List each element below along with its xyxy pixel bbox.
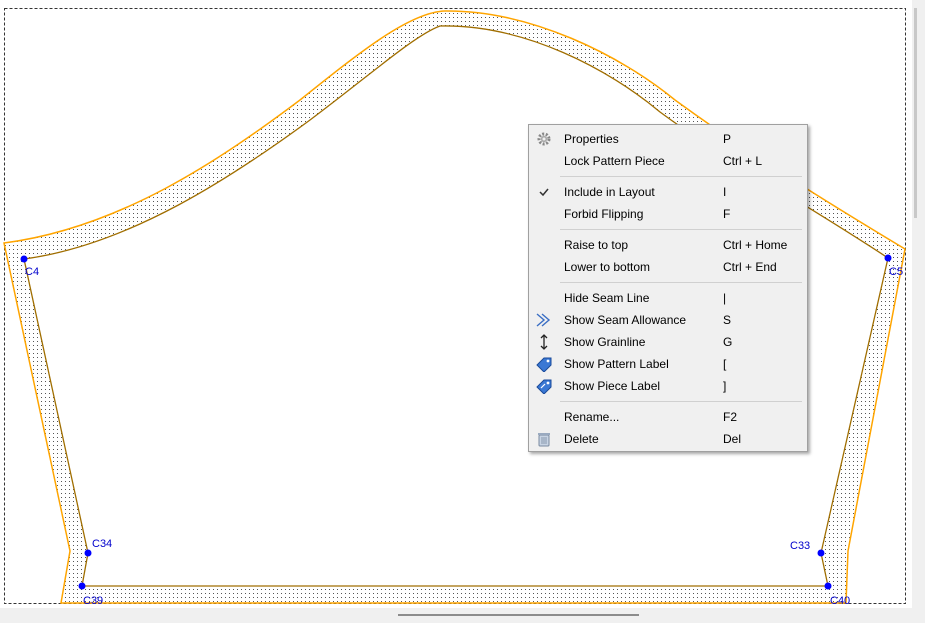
menu-item-properties[interactable]: Properties P bbox=[531, 128, 805, 150]
menu-item-label: Show Seam Allowance bbox=[564, 313, 687, 327]
menu-item-forbid-flipping[interactable]: Forbid Flipping F bbox=[531, 203, 805, 225]
menu-separator bbox=[560, 229, 802, 230]
point-label-c33: C33 bbox=[790, 540, 810, 552]
menu-item-shortcut: G bbox=[723, 335, 733, 349]
menu-item-delete[interactable]: Delete Del bbox=[531, 428, 805, 450]
menu-item-label: Lower to bottom bbox=[564, 260, 651, 274]
point-label-c39: C39 bbox=[83, 595, 103, 607]
point-c5[interactable] bbox=[884, 254, 892, 262]
checkmark-icon bbox=[535, 184, 553, 200]
menu-item-label: Raise to top bbox=[564, 238, 629, 252]
point-c33[interactable] bbox=[817, 549, 825, 557]
menu-item-label: Hide Seam Line bbox=[564, 291, 650, 305]
menu-item-shortcut: | bbox=[723, 291, 727, 305]
menu-item-lower-to-bottom[interactable]: Lower to bottom Ctrl + End bbox=[531, 256, 805, 278]
point-label-c40: C40 bbox=[830, 595, 850, 607]
seam-allowance-icon bbox=[535, 312, 553, 328]
menu-item-label: Properties bbox=[564, 132, 619, 146]
vertical-scrollbar[interactable] bbox=[912, 0, 925, 608]
menu-item-shortcut: Ctrl + End bbox=[723, 260, 777, 274]
menu-item-shortcut: Ctrl + L bbox=[723, 154, 763, 168]
menu-item-show-piece-label[interactable]: Show Piece Label ] bbox=[531, 375, 805, 397]
menu-item-raise-to-top[interactable]: Raise to top Ctrl + Home bbox=[531, 234, 805, 256]
menu-item-shortcut: F bbox=[723, 207, 731, 221]
point-c4[interactable] bbox=[20, 255, 28, 263]
menu-item-shortcut: Del bbox=[723, 432, 742, 446]
menu-item-label: Include in Layout bbox=[564, 185, 655, 199]
menu-separator bbox=[560, 401, 802, 402]
menu-item-shortcut: ] bbox=[723, 379, 727, 393]
menu-item-label: Delete bbox=[564, 432, 599, 446]
horizontal-scrollbar-thumb[interactable] bbox=[398, 614, 639, 616]
menu-separator bbox=[560, 282, 802, 283]
point-label-c4: C4 bbox=[25, 266, 39, 278]
point-c39[interactable] bbox=[78, 582, 86, 590]
point-c40[interactable] bbox=[824, 582, 832, 590]
menu-item-shortcut: [ bbox=[723, 357, 727, 371]
menu-item-show-pattern-label[interactable]: Show Pattern Label [ bbox=[531, 353, 805, 375]
menu-item-shortcut: S bbox=[723, 313, 732, 327]
menu-item-label: Forbid Flipping bbox=[564, 207, 644, 221]
piece-label-icon bbox=[535, 378, 553, 394]
menu-item-shortcut: F2 bbox=[723, 410, 738, 424]
menu-item-hide-seam-line[interactable]: Hide Seam Line | bbox=[531, 287, 805, 309]
grainline-icon bbox=[535, 334, 553, 350]
context-menu: Properties P Lock Pattern Piece Ctrl + L… bbox=[528, 124, 808, 452]
menu-item-include-in-layout[interactable]: Include in Layout I bbox=[531, 181, 805, 203]
menu-item-shortcut: Ctrl + Home bbox=[723, 238, 788, 252]
menu-item-shortcut: I bbox=[723, 185, 727, 199]
gear-icon bbox=[535, 131, 553, 147]
pattern-label-icon bbox=[535, 356, 553, 372]
menu-item-show-grainline[interactable]: Show Grainline G bbox=[531, 331, 805, 353]
vertical-scrollbar-thumb[interactable] bbox=[914, 8, 917, 218]
menu-item-label: Show Piece Label bbox=[564, 379, 661, 393]
point-label-c5: C5 bbox=[889, 266, 903, 278]
point-label-c34: C34 bbox=[92, 538, 112, 550]
menu-item-show-seam-allowance[interactable]: Show Seam Allowance S bbox=[531, 309, 805, 331]
point-c34[interactable] bbox=[84, 549, 92, 557]
menu-separator bbox=[560, 176, 802, 177]
menu-item-label: Lock Pattern Piece bbox=[564, 154, 665, 168]
trash-icon bbox=[535, 431, 553, 447]
menu-item-shortcut: P bbox=[723, 132, 732, 146]
menu-item-rename[interactable]: Rename... F2 bbox=[531, 406, 805, 428]
horizontal-scrollbar[interactable] bbox=[0, 608, 925, 623]
menu-item-label: Show Grainline bbox=[564, 335, 646, 349]
menu-item-lock-pattern-piece[interactable]: Lock Pattern Piece Ctrl + L bbox=[531, 150, 805, 172]
menu-item-label: Rename... bbox=[564, 410, 620, 424]
menu-item-label: Show Pattern Label bbox=[564, 357, 669, 371]
